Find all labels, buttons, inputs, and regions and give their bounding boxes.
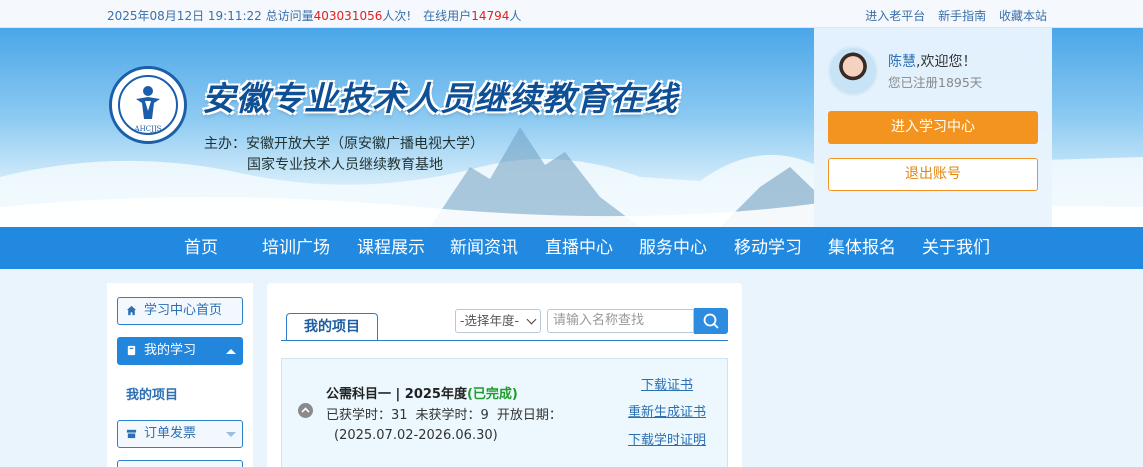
sponsor-info: 主办：安徽开放大学（原安徽广播电视大学） 国家专业技术人员继续教育基地 [204,134,484,176]
book-icon [127,345,136,356]
site-stats: 2025年08月12日 19:11:22 总访问量403031056人次! 在线用… [107,7,521,24]
nav-item-mobile[interactable]: 移动学习 [734,227,802,269]
nav-item-courses[interactable]: 课程展示 [357,227,425,269]
online-suffix: 人 [509,9,522,23]
current-datetime: 2025年08月12日 19:11:22 [107,9,262,23]
logout-button[interactable]: 退出账号 [828,158,1038,191]
bookmark-site-link[interactable]: 收藏本站 [999,9,1047,23]
chevron-up-icon [226,349,236,354]
nav-item-group-signup[interactable]: 集体报名 [828,227,896,269]
tab-my-projects[interactable]: 我的项目 [286,313,378,341]
sidebar-item-label: 学习中心首页 [144,303,223,318]
project-title: 公需科目一 | 2025年度(已完成) [326,383,518,402]
welcome-message: 陈慧,欢迎您！ [888,51,976,71]
beginner-guide-link[interactable]: 新手指南 [938,9,986,23]
search-icon [703,313,719,329]
online-prefix: 在线用户 [423,9,472,23]
avatar[interactable] [828,46,878,96]
sponsor-line-1: 主办：安徽开放大学（原安徽广播电视大学） [204,136,484,152]
nav-item-service[interactable]: 服务中心 [639,227,707,269]
home-icon [126,305,137,316]
project-card: 公需科目一 | 2025年度(已完成) 已获学时：31 未获学时：9 开放日期： (… [281,358,728,467]
user-panel: 陈慧,欢迎您！ 您已注册1895天 进入学习中心 退出账号 [814,28,1052,227]
status-badge: (已完成) [466,387,518,402]
projects-panel: 我的项目 -选择年度- 请输入名称查找 公需科目一 | 2025年度(已完成) … [267,283,742,467]
logo-text: AHCJJS [134,125,162,133]
nav-item-home[interactable]: 首页 [184,227,218,269]
chevron-down-icon [526,314,537,325]
greeting-text: ,欢迎您！ [916,54,977,70]
visits-suffix: 人次! [382,9,412,23]
sidebar: 学习中心首页 我的学习 我的项目 订单发票 [107,283,253,467]
download-certificate-link[interactable]: 下载证书 [641,374,693,393]
sidebar-item-my-projects[interactable]: 我的项目 [126,384,178,403]
chevron-down-icon [226,432,236,437]
sidebar-item-home[interactable]: 学习中心首页 [117,297,243,325]
header-banner: AHCJJS 安徽专业技术人员继续教育在线 主办：安徽开放大学（原安徽广播电视大… [0,28,1143,227]
sidebar-item-label: 订单发票 [144,426,197,441]
search-button[interactable] [694,308,728,334]
sidebar-item-my-study[interactable]: 我的学习 [117,337,243,365]
nav-item-news[interactable]: 新闻资讯 [450,227,518,269]
collapse-toggle[interactable] [298,403,313,418]
nav-item-live[interactable]: 直播中心 [545,227,613,269]
nav-item-about[interactable]: 关于我们 [922,227,990,269]
earned-hours: 已获学时：31 [326,408,408,423]
nav-item-training-plaza[interactable]: 培训广场 [262,227,330,269]
sidebar-item-label: 我的学习 [144,343,197,358]
chevron-up-icon [301,407,310,413]
download-hours-proof-link[interactable]: 下载学时证明 [628,429,706,448]
sidebar-item-orders[interactable]: 订单发票 [117,420,243,448]
year-select[interactable]: -选择年度- [455,309,541,333]
visits-count: 403031056 [313,9,383,23]
regenerate-certificate-link[interactable]: 重新生成证书 [628,401,706,420]
open-date-range: (2025.07.02-2026.06.30) [334,428,498,443]
visits-prefix: 总访问量 [265,9,314,23]
top-links: 进入老平台 新手指南 收藏本站 [856,7,1047,24]
top-info-bar: 2025年08月12日 19:11:22 总访问量403031056人次! 在线用… [0,0,1143,28]
site-title: 安徽专业技术人员继续教育在线 [202,79,678,118]
tab-divider [281,340,728,341]
invoice-icon [126,429,137,439]
person-emblem-icon [136,86,160,119]
old-platform-link[interactable]: 进入老平台 [865,9,925,23]
enter-learning-center-button[interactable]: 进入学习中心 [828,111,1038,144]
open-date-label: 开放日期： [496,408,562,423]
project-name: 公需科目一 | 2025年度 [326,387,467,402]
project-info: 已获学时：31 未获学时：9 开放日期： (2025.07.02-2026.06.3… [326,406,562,446]
online-count: 14794 [471,9,510,23]
user-name[interactable]: 陈慧 [888,54,916,70]
sponsor-line-2: 国家专业技术人员继续教育基地 [247,157,443,173]
year-select-value: -选择年度- [460,313,520,328]
site-logo[interactable]: AHCJJS [109,66,187,144]
unearned-hours: 未获学时：9 [415,408,489,423]
sidebar-item-next[interactable] [117,460,243,467]
main-nav: 首页 培训广场 课程展示 新闻资讯 直播中心 服务中心 移动学习 集体报名 关于… [0,227,1143,269]
search-input[interactable]: 请输入名称查找 [547,309,694,333]
registered-days: 您已注册1895天 [888,75,983,90]
